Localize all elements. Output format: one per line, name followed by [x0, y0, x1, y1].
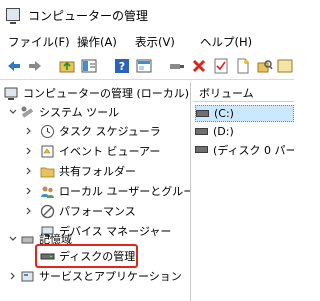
menu-action[interactable]: 操作(A): [77, 34, 117, 50]
tree-item-disk-management[interactable]: ディスクの管理: [40, 247, 135, 265]
tree-item-system-tools[interactable]: システム ツール: [20, 103, 119, 121]
title-bar: コンピューターの管理: [0, 0, 294, 30]
back-arrow-icon[interactable]: [5, 57, 23, 75]
tools-icon: [20, 105, 35, 120]
menu-view[interactable]: 表示(V): [135, 34, 175, 50]
tree-item-local-users[interactable]: ローカル ユーザーとグループ: [40, 182, 191, 200]
show-hide-tree-icon[interactable]: [80, 57, 98, 75]
delete-icon[interactable]: [190, 57, 208, 75]
no-entry-icon: [40, 204, 55, 219]
svg-text:?: ?: [119, 60, 125, 73]
drive-icon: [196, 110, 209, 117]
up-folder-icon[interactable]: [58, 57, 76, 75]
chevron-right-icon[interactable]: [24, 206, 34, 216]
computer-management-icon: [4, 86, 19, 101]
shared-folder-icon: [40, 164, 55, 179]
tree-item-label: サービスとアプリケーション: [39, 270, 182, 283]
tree-item-label: ローカル ユーザーとグループ: [59, 185, 191, 198]
tree-root[interactable]: コンピューターの管理 (ローカル): [4, 84, 189, 102]
tree-item-label: システム ツール: [39, 106, 120, 119]
volume-row[interactable]: (D:): [195, 123, 234, 140]
tree-item-label: タスク スケジューラ: [59, 125, 161, 138]
tree-item-label: デバイス マネージャー: [59, 225, 172, 238]
storage-icon: [20, 232, 35, 247]
tree-item-label: イベント ビューアー: [59, 145, 161, 158]
chevron-right-icon[interactable]: [24, 126, 34, 136]
users-icon: [40, 184, 55, 199]
volume-label: (C:): [214, 107, 234, 120]
chevron-down-icon[interactable]: [8, 107, 18, 117]
tree-item-label: パフォーマンス: [59, 205, 136, 218]
new-icon[interactable]: [234, 57, 252, 75]
services-icon: [20, 269, 35, 284]
volume-row[interactable]: (C:): [195, 105, 294, 122]
tree-item-label: ディスクの管理: [59, 250, 136, 263]
search-icon[interactable]: [256, 57, 274, 75]
computer-management-icon: [6, 8, 20, 24]
tree-item-shared-folders[interactable]: 共有フォルダー: [40, 162, 136, 180]
chevron-down-icon[interactable]: [8, 234, 18, 244]
disk-icon[interactable]: [276, 57, 294, 75]
volume-label: (D:): [213, 125, 234, 138]
column-header-label: ボリューム: [199, 87, 254, 100]
check-icon[interactable]: [212, 57, 230, 75]
volume-list: ボリューム (C:) (D:) (ディスク 0 パーテ: [193, 82, 294, 301]
clock-icon: [40, 124, 55, 139]
menu-bar: ファイル(F) 操作(A) 表示(V) ヘルプ(H): [0, 30, 294, 52]
window-title: コンピューターの管理: [28, 9, 149, 23]
navigation-tree: コンピューターの管理 (ローカル) システム ツール タスク スケジューラ イベ…: [0, 82, 191, 301]
properties-icon[interactable]: [135, 57, 153, 75]
menu-file[interactable]: ファイル(F): [8, 34, 70, 50]
tree-root-label: コンピューターの管理 (ローカル): [23, 87, 190, 100]
volume-label: (ディスク 0 パーテ: [213, 143, 294, 157]
event-viewer-icon: [40, 144, 55, 159]
column-header-volume[interactable]: ボリューム: [193, 82, 294, 102]
help-icon[interactable]: ?: [113, 57, 131, 75]
tree-item-event-viewer[interactable]: イベント ビューアー: [40, 142, 160, 160]
connect-icon[interactable]: [168, 57, 186, 75]
tree-item-services-applications[interactable]: サービスとアプリケーション: [20, 267, 182, 285]
tree-item-task-scheduler[interactable]: タスク スケジューラ: [40, 122, 161, 140]
tree-item-label: 共有フォルダー: [59, 165, 136, 178]
chevron-right-icon[interactable]: [24, 146, 34, 156]
chevron-right-icon[interactable]: [24, 186, 34, 196]
forward-arrow-icon[interactable]: [26, 57, 44, 75]
tree-item-performance[interactable]: パフォーマンス: [40, 202, 136, 220]
volume-row[interactable]: (ディスク 0 パーテ: [195, 141, 294, 158]
disk-drive-icon: [40, 249, 55, 264]
drive-icon: [195, 128, 208, 135]
chevron-right-icon[interactable]: [8, 271, 18, 281]
toolbar: ?: [0, 52, 294, 80]
chevron-right-icon[interactable]: [24, 166, 34, 176]
drive-icon: [195, 146, 208, 153]
menu-help[interactable]: ヘルプ(H): [200, 34, 252, 50]
